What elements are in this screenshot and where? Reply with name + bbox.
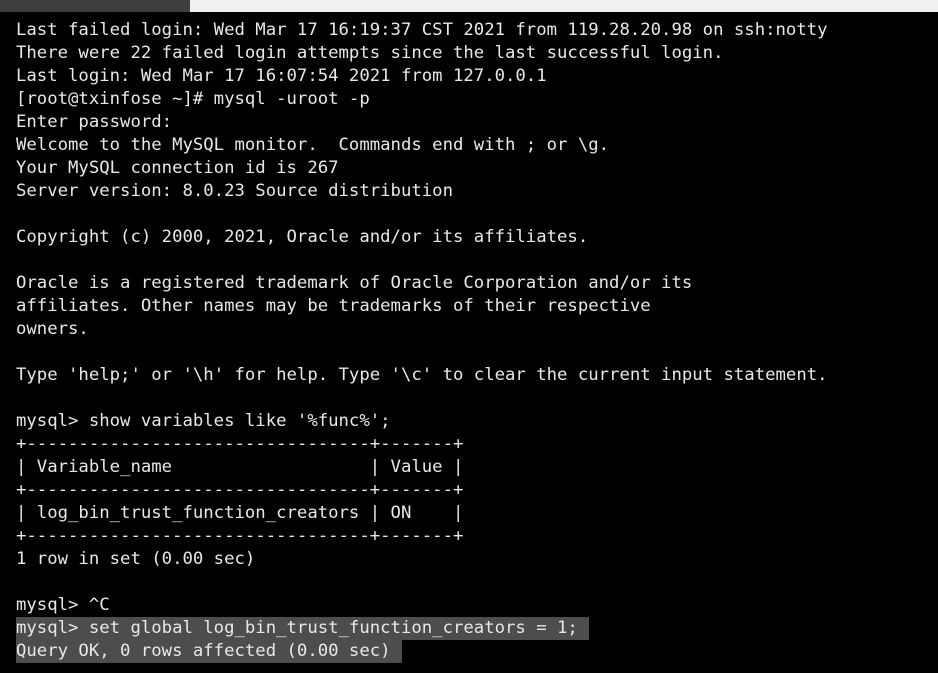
horizontal-scrollbar-thumb[interactable] <box>0 0 190 12</box>
terminal-line: affiliates. Other names may be trademark… <box>16 296 651 316</box>
terminal-line: +---------------------------------+-----… <box>16 480 464 500</box>
terminal-line: Last failed login: Wed Mar 17 16:19:37 C… <box>16 20 828 40</box>
terminal-line: [root@txinfose ~]# mysql -uroot -p <box>16 89 370 109</box>
terminal-line: owners. <box>16 319 89 339</box>
horizontal-scrollbar[interactable] <box>0 0 938 12</box>
selection-highlight: Query OK, 0 rows affected (0.00 sec) <box>16 640 402 663</box>
terminal-line-selected: mysql> set global log_bin_trust_function… <box>0 617 938 640</box>
terminal-line: 1 row in set (0.00 sec) <box>16 549 256 569</box>
terminal-line: +---------------------------------+-----… <box>16 526 464 546</box>
terminal-line: | log_bin_trust_function_creators | ON | <box>16 503 464 523</box>
terminal-line: | Variable_name | Value | <box>16 457 464 477</box>
terminal-line: mysql> ^C <box>16 595 110 615</box>
terminal-line: Enter password: <box>16 112 173 132</box>
terminal-window: Last failed login: Wed Mar 17 16:19:37 C… <box>0 0 938 673</box>
terminal-line: Type 'help;' or '\h' for help. Type '\c'… <box>16 365 828 385</box>
terminal-line: mysql> show variables like '%func%'; <box>16 411 391 431</box>
terminal-line: Copyright (c) 2000, 2021, Oracle and/or … <box>16 227 589 247</box>
terminal-line: Server version: 8.0.23 Source distributi… <box>16 181 453 201</box>
terminal-line-selected: Query OK, 0 rows affected (0.00 sec) <box>0 640 938 663</box>
selection-highlight: mysql> set global log_bin_trust_function… <box>16 617 589 640</box>
terminal-line: Your MySQL connection id is 267 <box>16 158 339 178</box>
terminal-line: There were 22 failed login attempts sinc… <box>16 43 724 63</box>
terminal-output-area[interactable]: Last failed login: Wed Mar 17 16:19:37 C… <box>0 12 938 673</box>
terminal-line: Oracle is a registered trademark of Orac… <box>16 273 693 293</box>
terminal-line: +---------------------------------+-----… <box>16 434 464 454</box>
terminal-line: Welcome to the MySQL monitor. Commands e… <box>16 135 610 155</box>
terminal-line: Last login: Wed Mar 17 16:07:54 2021 fro… <box>16 66 547 86</box>
